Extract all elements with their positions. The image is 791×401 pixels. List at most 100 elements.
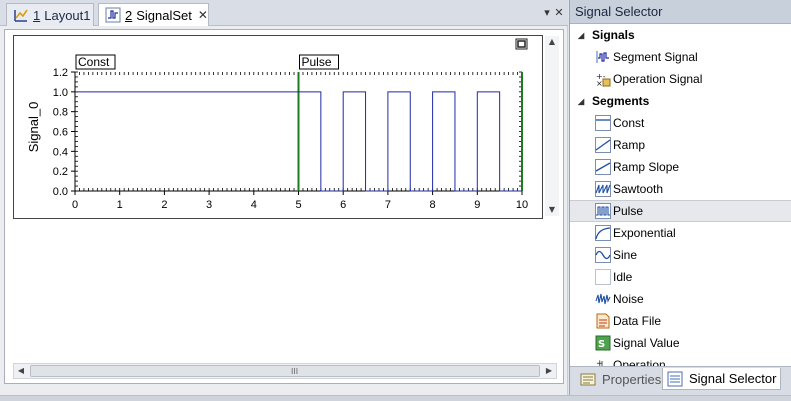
list-item-label: Const	[613, 116, 645, 130]
document-tabstrip: 1 Layout1 2 SignalSet ✕ ▾ ✕	[0, 0, 568, 26]
noise-icon	[595, 291, 611, 307]
const-icon	[595, 115, 611, 131]
list-item-exponential[interactable]: Exponential	[570, 222, 791, 244]
list-item-ramp[interactable]: Ramp	[570, 134, 791, 156]
list-item-idle[interactable]: Idle	[570, 266, 791, 288]
x-tick-label: 6	[340, 199, 346, 211]
signal-selector-icon	[667, 371, 683, 387]
scroll-down-arrow-icon[interactable]: ▼	[545, 204, 559, 216]
list-item-label: Signal Value	[613, 336, 680, 350]
list-item-data-file[interactable]: Data File	[570, 310, 791, 332]
layout-icon	[13, 7, 29, 23]
exponential-icon	[595, 225, 611, 241]
list-item-label: Ramp Slope	[613, 160, 680, 174]
collapse-triangle-icon[interactable]: ◢	[578, 97, 592, 106]
y-tick-label: 0.0	[53, 186, 68, 198]
list-item-signal-value[interactable]: S Signal Value	[570, 332, 791, 354]
scroll-up-arrow-icon[interactable]: ▲	[545, 36, 559, 48]
operation-icon: +	[595, 357, 611, 366]
ramp-icon	[595, 137, 611, 153]
sawtooth-icon	[595, 181, 611, 197]
close-icon[interactable]: ✕	[553, 6, 565, 20]
y-tick-label: 0.6	[53, 127, 68, 139]
signal-chart[interactable]: 0 1 2 3 4 5 6 7 8 9 10 0.0 0.2 0.4 0.6 0.8 1.0 1.2 Const Pu…	[13, 35, 543, 219]
idle-icon	[595, 269, 611, 285]
svg-text:S: S	[598, 339, 605, 350]
group-segments[interactable]: ◢ Segments	[570, 90, 791, 112]
tab-label: Signal Selector	[689, 371, 777, 386]
segment-signal-icon	[595, 49, 611, 65]
close-icon[interactable]: ✕	[198, 9, 208, 21]
document-area: 1 Layout1 2 SignalSet ✕ ▾ ✕ 0 1 2 3 4 5 6 7 8 9 10…	[0, 0, 568, 395]
scrollbar-thumb[interactable]: III	[30, 365, 540, 377]
list-item-label: Sine	[613, 248, 638, 262]
list-item-sawtooth[interactable]: Sawtooth	[570, 178, 791, 200]
x-tick-label: 1	[117, 199, 123, 211]
x-tick-label: 4	[251, 199, 257, 211]
list-item-label: Pulse	[613, 204, 644, 218]
x-tick-label: 7	[385, 199, 391, 211]
tab-number: 2	[125, 7, 133, 23]
tab-label: Properties	[602, 371, 662, 387]
segment-label: Pulse	[302, 55, 332, 69]
list-item-label: Ramp	[613, 138, 646, 152]
signal-selector-panel: Signal Selector ◢ Signals Segment Signal…	[569, 0, 791, 395]
tab-label: Layout1	[44, 7, 91, 23]
list-item-segment-signal[interactable]: Segment Signal	[570, 46, 791, 68]
list-item-label: Data File	[613, 314, 662, 328]
x-tick-label: 8	[430, 199, 436, 211]
list-item-ramp-slope[interactable]: Ramp Slope	[570, 156, 791, 178]
vertical-scrollbar[interactable]: ▲ ▼	[545, 36, 559, 216]
tab-properties[interactable]: Properties	[576, 368, 665, 390]
panel-bottom-tabs: Properties Signal Selector	[570, 366, 791, 395]
signal-icon	[105, 7, 121, 23]
segment-label: Const	[78, 55, 110, 69]
collapse-triangle-icon[interactable]: ◢	[578, 31, 592, 40]
group-label: Segments	[592, 94, 650, 108]
group-label: Signals	[592, 28, 635, 42]
data-file-icon	[595, 313, 611, 329]
status-bar	[0, 395, 791, 401]
group-signals[interactable]: ◢ Signals	[570, 24, 791, 46]
pulse-icon	[595, 203, 611, 219]
scroll-right-arrow-icon[interactable]: ▶	[542, 364, 556, 378]
tab-label: SignalSet	[136, 7, 192, 23]
panel-title: Signal Selector	[570, 0, 791, 24]
y-axis-label: Signal_0	[26, 102, 41, 153]
signal-selector-tree: ◢ Signals Segment Signal +- × Operation S…	[570, 24, 791, 366]
list-item-pulse[interactable]: Pulse	[570, 200, 791, 222]
horizontal-scrollbar[interactable]: ◀ III ▶	[13, 363, 557, 379]
chevron-down-icon[interactable]: ▾	[541, 6, 553, 20]
list-item-operation-signal[interactable]: +- × Operation Signal	[570, 68, 791, 90]
tab-signalset[interactable]: 2 SignalSet ✕	[98, 3, 209, 26]
tab-number: 1	[33, 7, 41, 23]
y-tick-label: 1.2	[53, 67, 68, 79]
list-item-label: Idle	[613, 270, 633, 284]
list-item-noise[interactable]: Noise	[570, 288, 791, 310]
tab-layout1[interactable]: 1 Layout1	[6, 3, 94, 26]
x-tick-label: 10	[516, 199, 528, 211]
x-tick-label: 3	[206, 199, 212, 211]
chart-canvas: 0 1 2 3 4 5 6 7 8 9 10 0.0 0.2 0.4 0.6 0.8 1.0 1.2 Const Pu…	[26, 38, 528, 211]
x-tick-label: 0	[72, 199, 78, 211]
list-item-label: Exponential	[613, 226, 676, 240]
scroll-left-arrow-icon[interactable]: ◀	[14, 364, 28, 378]
x-tick-label: 2	[161, 199, 167, 211]
list-item-label: Operation Signal	[613, 72, 703, 86]
y-tick-label: 0.2	[53, 166, 68, 178]
list-item-operation[interactable]: + Operation	[570, 354, 791, 366]
list-item-label: Sawtooth	[613, 182, 664, 196]
signal-value-icon: S	[595, 335, 611, 351]
list-item-label: Operation	[613, 358, 666, 366]
sine-icon	[595, 247, 611, 263]
properties-icon	[580, 371, 596, 387]
list-item-sine[interactable]: Sine	[570, 244, 791, 266]
x-tick-label: 5	[295, 199, 301, 211]
list-item-const[interactable]: Const	[570, 112, 791, 134]
y-tick-label: 1.0	[53, 87, 68, 99]
scrollbar-grip: III	[291, 367, 299, 376]
tab-signal-selector[interactable]: Signal Selector	[662, 368, 782, 390]
y-tick-label: 0.8	[53, 107, 68, 119]
x-tick-label: 9	[474, 199, 480, 211]
operation-signal-icon: +- ×	[595, 71, 611, 88]
